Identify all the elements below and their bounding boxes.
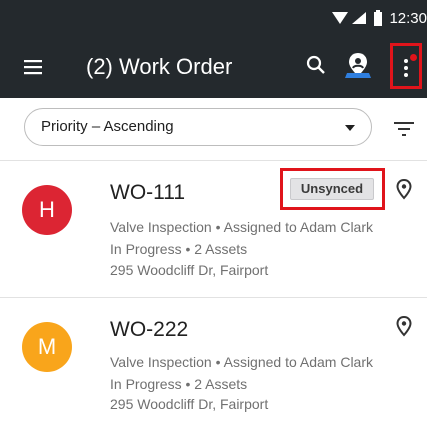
avatar: M [22, 322, 72, 372]
location-button[interactable] [395, 178, 413, 200]
status-icons: 12:30 [331, 8, 427, 28]
more-options-button[interactable] [390, 43, 422, 89]
app-bar: (2) Work Order [0, 36, 427, 98]
status-time: 12:30 [389, 9, 427, 27]
menu-icon [24, 60, 42, 75]
wifi-icon [332, 12, 349, 24]
menu-button[interactable] [22, 56, 46, 78]
status-badge: Unsynced [290, 178, 374, 200]
location-button[interactable] [395, 315, 413, 337]
map-button[interactable] [344, 51, 372, 81]
battery-icon [374, 10, 383, 26]
unsynced-highlight: Unsynced [280, 168, 385, 210]
work-order-address: 295 Woodcliff Dr, Fairport [110, 396, 269, 412]
more-vert-icon [404, 59, 408, 80]
work-order-description: Valve Inspection • Assigned to Adam Clar… [110, 354, 374, 370]
avatar: H [22, 185, 72, 235]
work-order-address: 295 Woodcliff Dr, Fairport [110, 262, 269, 278]
chevron-down-icon [345, 125, 355, 131]
work-order-description: Valve Inspection • Assigned to Adam Clar… [110, 219, 374, 235]
status-bar: 12:30 [0, 0, 427, 36]
sort-dropdown-value: Priority – Ascending [41, 118, 174, 135]
filter-icon [394, 122, 414, 136]
location-pin-icon [396, 178, 412, 200]
sort-bar: Priority – Ascending [0, 98, 427, 160]
work-order-status: In Progress • 2 Assets [110, 376, 248, 392]
work-order-item[interactable]: M WO-222 Valve Inspection • Assigned to … [0, 298, 427, 430]
page-title: (2) Work Order [86, 54, 233, 79]
filter-button[interactable] [392, 120, 416, 138]
signal-icon [352, 12, 367, 24]
location-pin-icon [396, 315, 412, 337]
notification-badge [410, 54, 417, 61]
work-order-id: WO-222 [110, 318, 189, 341]
sort-dropdown[interactable]: Priority – Ascending [24, 108, 372, 146]
work-order-status: In Progress • 2 Assets [110, 241, 248, 257]
search-button[interactable] [304, 53, 330, 79]
search-icon [306, 55, 325, 74]
work-order-id: WO-111 [110, 181, 186, 204]
map-pin-person-icon [345, 53, 371, 78]
